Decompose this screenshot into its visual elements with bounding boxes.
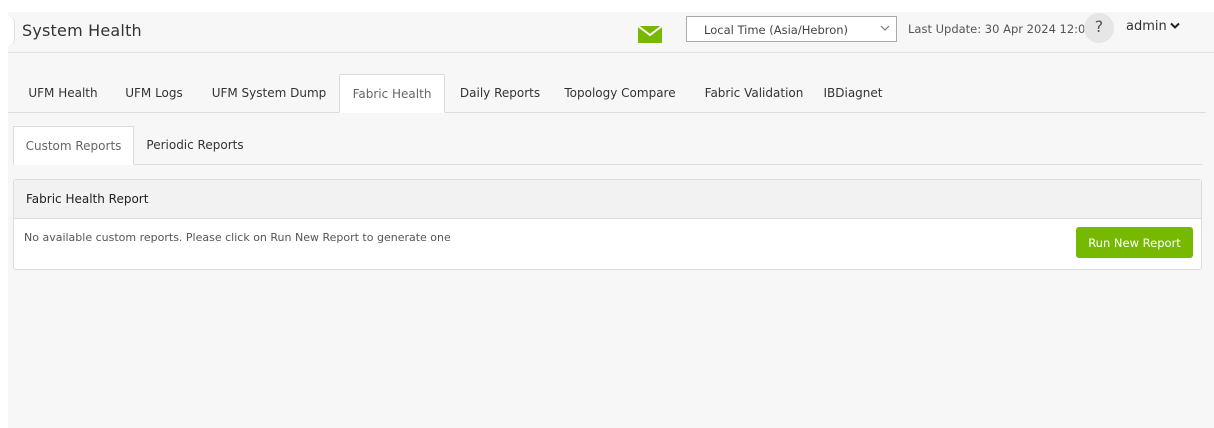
tab-ufm-logs[interactable]: UFM Logs [116, 74, 192, 112]
empty-state-message: No available custom reports. Please clic… [24, 231, 451, 244]
timezone-value: Local Time (Asia/Hebron) [704, 23, 849, 37]
tab-ufm-health[interactable]: UFM Health [16, 74, 110, 112]
envelope-icon[interactable] [637, 25, 663, 43]
main-tabs: UFM Health UFM Logs UFM System Dump Fabr… [8, 74, 1206, 113]
tab-ibdiagnet[interactable]: IBDiagnet [818, 74, 888, 112]
tab-fabric-validation[interactable]: Fabric Validation [694, 74, 814, 112]
tab-topology-compare[interactable]: Topology Compare [556, 74, 684, 112]
top-header: System Health Local Time (Asia/Hebron) L… [8, 12, 1214, 53]
report-type-tabs: Custom Reports Periodic Reports [13, 126, 1202, 165]
chevron-down-icon [1170, 19, 1180, 34]
timezone-select[interactable]: Local Time (Asia/Hebron) [686, 16, 897, 42]
run-new-report-button[interactable]: Run New Report [1076, 227, 1193, 258]
user-name: admin [1126, 19, 1167, 34]
tab-daily-reports[interactable]: Daily Reports [452, 74, 548, 112]
page-title: System Health [22, 21, 142, 40]
help-icon[interactable]: ? [1084, 13, 1114, 43]
tab-fabric-health[interactable]: Fabric Health [339, 74, 445, 113]
panel-title: Fabric Health Report [14, 180, 1201, 219]
sidebar-toggle[interactable] [8, 16, 15, 46]
tab-ufm-system-dump[interactable]: UFM System Dump [204, 74, 334, 112]
fabric-health-report-panel: Fabric Health Report No available custom… [13, 179, 1202, 270]
chevron-down-icon [880, 22, 890, 32]
last-update-text: Last Update: 30 Apr 2024 12:04 [908, 22, 1093, 36]
tab-periodic-reports[interactable]: Periodic Reports [141, 126, 249, 164]
user-menu[interactable]: admin [1126, 19, 1180, 34]
tab-custom-reports[interactable]: Custom Reports [13, 126, 134, 165]
